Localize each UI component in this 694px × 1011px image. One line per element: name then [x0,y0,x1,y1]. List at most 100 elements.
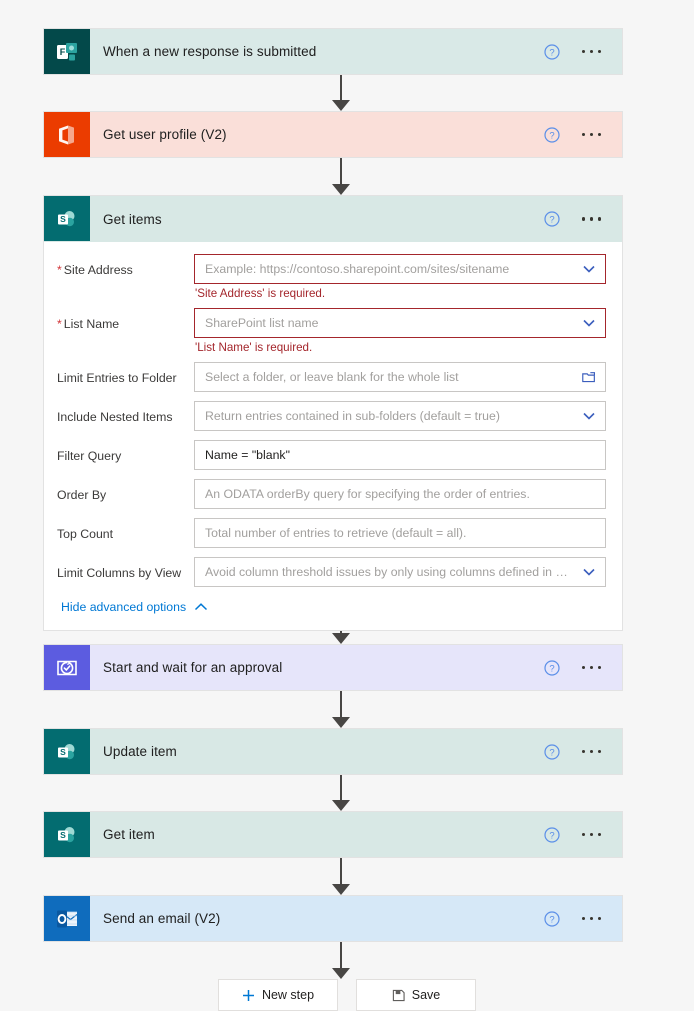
help-circle-icon[interactable]: ? [543,126,560,143]
office-365-users-icon [44,112,90,157]
ellipsis-icon[interactable] [580,46,604,58]
flow-node-start-and-wait-for-an-approval[interactable]: Start and wait for an approval ? [43,644,623,691]
new-step-label: New step [261,988,315,1002]
input-placeholder: Example: https://contoso.sharepoint.com/… [205,262,510,276]
field-filter-query: Filter Query Name = "blank" [57,440,606,470]
ellipsis-icon[interactable] [580,829,604,841]
help-circle-icon[interactable]: ? [543,659,560,676]
limit-entries-to-folder-input[interactable]: Select a folder, or leave blank for the … [194,362,606,392]
ellipsis-icon[interactable] [580,913,604,925]
chevron-down-icon[interactable] [581,315,597,331]
node-header[interactable]: S Get items ? [43,195,623,242]
node-header[interactable]: F When a new response is submitted ? [43,28,623,75]
site-address-error: 'Site Address' is required. [195,287,326,300]
node-header[interactable]: Send an email (V2) ? [43,895,623,942]
svg-text:S: S [60,830,66,840]
node-header[interactable]: S Update item ? [43,728,623,775]
required-asterisk: * [57,317,62,331]
connector-arrow [331,775,351,811]
svg-text:?: ? [549,663,554,674]
help-circle-icon[interactable]: ? [543,826,560,843]
outlook-icon [44,896,90,941]
flow-action-bar: New step Save [0,979,694,1011]
chevron-up-icon [195,603,208,611]
field-label: Limit Columns by View [57,566,182,580]
connector-arrow [331,158,351,195]
ellipsis-icon[interactable] [580,662,604,674]
save-button[interactable]: Save [356,979,476,1011]
node-title: Update item [103,744,177,759]
include-nested-items-input[interactable]: Return entries contained in sub-folders … [194,401,606,431]
input-placeholder: Total number of entries to retrieve (def… [205,526,467,540]
node-actions: ? [543,826,623,843]
flow-node-send-an-email[interactable]: Send an email (V2) ? [43,895,623,942]
node-header[interactable]: Get user profile (V2) ? [43,111,623,158]
field-label: Limit Entries to Folder [57,371,177,385]
filter-query-input[interactable]: Name = "blank" [194,440,606,470]
field-limit-entries-to-folder: Limit Entries to Folder Select a folder,… [57,362,606,392]
node-actions: ? [543,43,623,60]
save-icon [392,989,405,1001]
svg-text:?: ? [549,914,554,925]
approvals-icon [44,645,90,690]
help-circle-icon[interactable]: ? [543,211,560,227]
help-circle-icon[interactable]: ? [543,910,560,927]
help-circle-icon[interactable]: ? [543,43,560,60]
connector-arrow [331,942,351,979]
required-asterisk: * [57,263,62,277]
flow-node-when-a-new-response-is-submitted[interactable]: F When a new response is submitted ? [43,28,623,75]
node-actions: ? [543,910,623,927]
chevron-down-icon[interactable] [581,564,597,580]
ellipsis-icon[interactable] [580,129,604,141]
field-label: * Site Address [57,263,133,277]
folder-icon[interactable] [581,369,597,385]
get-items-form: * Site Address Example: https://contoso.s… [43,242,623,631]
svg-text:?: ? [549,747,554,758]
top-count-input[interactable]: Total number of entries to retrieve (def… [194,518,606,548]
flow-node-get-item[interactable]: S Get item ? [43,811,623,858]
svg-text:S: S [60,214,66,224]
new-step-button[interactable]: New step [218,979,338,1011]
flow-node-get-items[interactable]: S Get items ? * Site Address Example: htt… [43,195,623,631]
flow-node-get-user-profile[interactable]: Get user profile (V2) ? [43,111,623,158]
save-label: Save [411,988,441,1002]
sharepoint-icon: S [44,196,90,241]
help-circle-icon[interactable]: ? [543,743,560,760]
input-placeholder: Avoid column threshold issues by only us… [205,565,573,579]
node-header[interactable]: S Get item ? [43,811,623,858]
field-label: Order By [57,488,107,502]
limit-columns-by-view-input[interactable]: Avoid column threshold issues by only us… [194,557,606,587]
input-placeholder: SharePoint list name [205,316,319,330]
svg-text:?: ? [549,830,554,841]
chevron-down-icon[interactable] [581,408,597,424]
site-address-input[interactable]: Example: https://contoso.sharepoint.com/… [194,254,606,284]
input-placeholder: Select a folder, or leave blank for the … [205,370,459,384]
input-placeholder: Return entries contained in sub-folders … [205,409,500,423]
input-placeholder: An ODATA orderBy query for specifying th… [205,487,530,501]
node-actions: ? [543,743,623,760]
flow-designer-canvas: F When a new response is submitted ? Get… [0,0,694,1011]
ellipsis-icon[interactable] [580,213,604,225]
field-label: Filter Query [57,449,122,463]
node-title: When a new response is submitted [103,44,317,59]
node-title: Get item [103,827,155,842]
node-header[interactable]: Start and wait for an approval ? [43,644,623,691]
hide-advanced-options-toggle[interactable]: Hide advanced options [57,587,208,626]
node-title: Get user profile (V2) [103,127,227,142]
flow-node-update-item[interactable]: S Update item ? [43,728,623,775]
hide-advanced-options-label: Hide advanced options [61,600,187,614]
svg-text:S: S [60,747,66,757]
order-by-input[interactable]: An ODATA orderBy query for specifying th… [194,479,606,509]
connector-arrow [331,691,351,728]
field-label: Include Nested Items [57,410,173,424]
sharepoint-icon: S [44,812,90,857]
sharepoint-icon: S [44,729,90,774]
field-top-count: Top Count Total number of entries to ret… [57,518,606,548]
ellipsis-icon[interactable] [580,746,604,758]
field-include-nested-items: Include Nested Items Return entries cont… [57,401,606,431]
chevron-down-icon[interactable] [581,261,597,277]
list-name-error: 'List Name' is required. [195,341,313,354]
svg-text:F: F [60,47,66,57]
list-name-input[interactable]: SharePoint list name [194,308,606,338]
input-value: Name = "blank" [205,448,290,462]
